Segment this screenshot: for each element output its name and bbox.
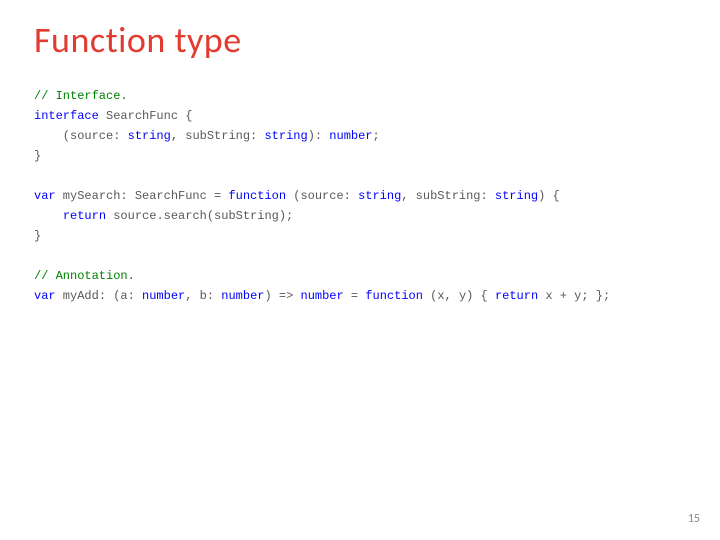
code-comment: // Interface. bbox=[34, 89, 128, 103]
code-text: ; bbox=[373, 129, 380, 143]
code-text: , b: bbox=[185, 289, 221, 303]
code-type: string bbox=[128, 129, 171, 143]
code-text: x + y; }; bbox=[538, 289, 610, 303]
code-text: , subString: bbox=[171, 129, 265, 143]
slide-title: Function type bbox=[34, 18, 686, 62]
code-type: string bbox=[264, 129, 307, 143]
code-keyword: var bbox=[34, 189, 56, 203]
code-type: string bbox=[495, 189, 538, 203]
code-text: (x, y) { bbox=[423, 289, 495, 303]
code-text: source.search(subString); bbox=[106, 209, 293, 223]
code-keyword: function bbox=[365, 289, 423, 303]
code-text: ) => bbox=[264, 289, 300, 303]
code-keyword: var bbox=[34, 289, 56, 303]
code-comment: // Annotation. bbox=[34, 269, 135, 283]
code-text: (source: bbox=[286, 189, 358, 203]
code-type: string bbox=[358, 189, 401, 203]
code-text: ) { bbox=[538, 189, 560, 203]
page-number: 15 bbox=[688, 512, 700, 526]
code-text: SearchFunc { bbox=[99, 109, 193, 123]
code-type: number bbox=[221, 289, 264, 303]
code-text: } bbox=[34, 149, 41, 163]
code-text: , subString: bbox=[401, 189, 495, 203]
code-type: number bbox=[301, 289, 344, 303]
code-text bbox=[34, 209, 63, 223]
code-keyword: return bbox=[63, 209, 106, 223]
slide: Function type // Interface. interface Se… bbox=[0, 0, 720, 306]
code-block: // Interface. interface SearchFunc { (so… bbox=[34, 86, 686, 306]
code-text: = bbox=[344, 289, 366, 303]
code-keyword: function bbox=[228, 189, 286, 203]
code-text: mySearch: SearchFunc = bbox=[56, 189, 229, 203]
code-text: } bbox=[34, 229, 41, 243]
code-type: number bbox=[329, 129, 372, 143]
code-text: myAdd: (a: bbox=[56, 289, 142, 303]
code-keyword: return bbox=[495, 289, 538, 303]
code-text: (source: bbox=[34, 129, 128, 143]
code-type: number bbox=[142, 289, 185, 303]
code-text: ): bbox=[308, 129, 330, 143]
code-keyword: interface bbox=[34, 109, 99, 123]
